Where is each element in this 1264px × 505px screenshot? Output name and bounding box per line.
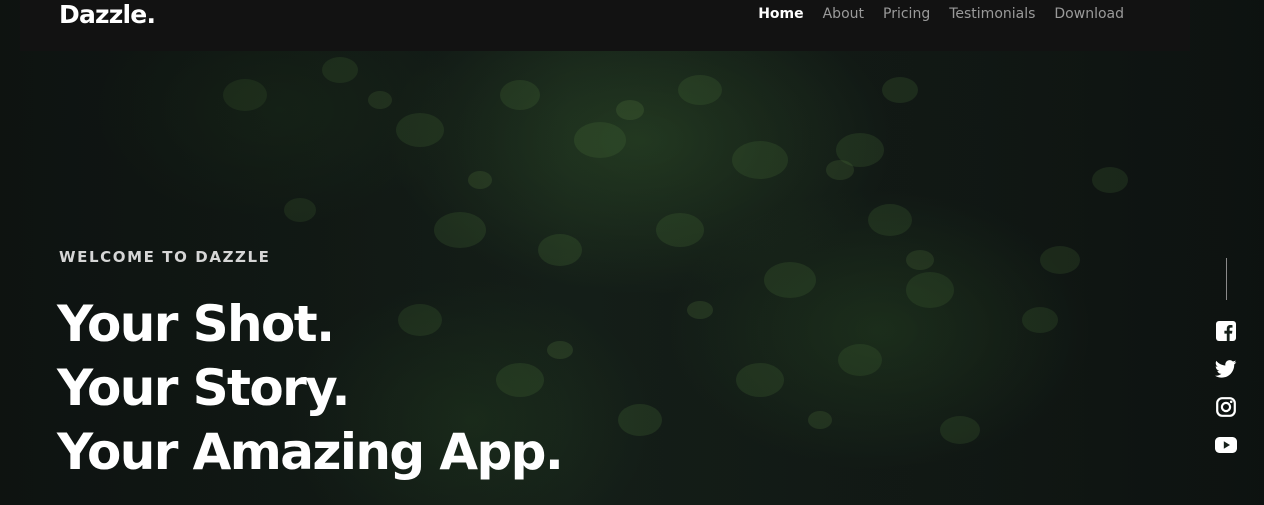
headline-line-1: Your Shot. [57, 295, 335, 353]
top-navbar: Dazzle. Home About Pricing Testimonials … [20, 0, 1190, 51]
nav-link-download[interactable]: Download [1054, 5, 1124, 23]
instagram-icon[interactable] [1215, 396, 1237, 418]
nav-link-home[interactable]: Home [758, 5, 803, 23]
nav-link-testimonials[interactable]: Testimonials [949, 5, 1035, 23]
hero-headline: Your Shot. Your Story. Your Amazing App. [57, 292, 564, 484]
nav-link-pricing[interactable]: Pricing [883, 5, 930, 23]
hero-eyebrow: WELCOME TO DAZZLE [59, 248, 271, 266]
twitter-icon[interactable] [1215, 358, 1237, 380]
rail-divider [1225, 258, 1227, 300]
headline-line-3: Your Amazing App. [57, 423, 564, 481]
nav-link-about[interactable]: About [823, 5, 864, 23]
social-rail [1214, 258, 1238, 472]
headline-line-2: Your Story. [57, 359, 351, 417]
facebook-icon[interactable] [1215, 320, 1237, 342]
nav-menu: Home About Pricing Testimonials Download [758, 5, 1124, 23]
brand-logo[interactable]: Dazzle. [59, 0, 156, 30]
youtube-icon[interactable] [1215, 434, 1237, 456]
